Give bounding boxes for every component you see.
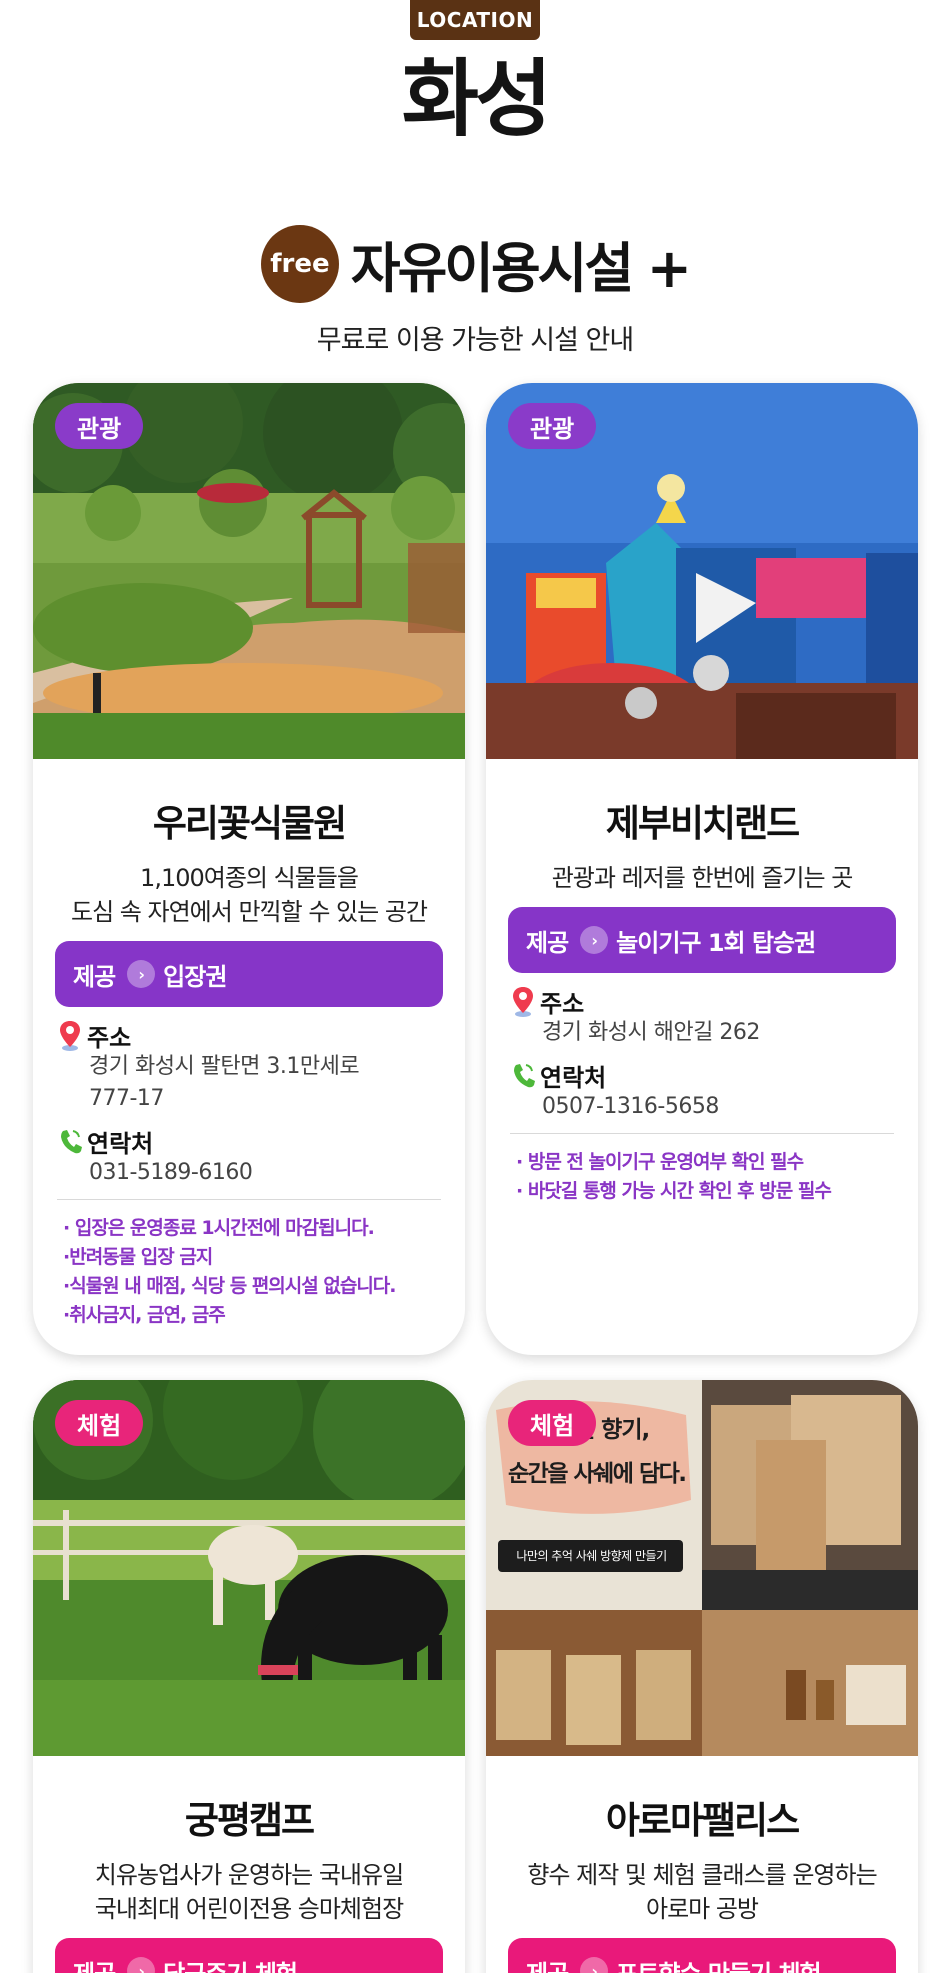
- phone-number[interactable]: 031-5189-6160: [89, 1157, 441, 1189]
- address-label: 주소: [87, 1023, 132, 1052]
- description-line: 관광과 레저를 한번에 즐기는 곳: [551, 864, 854, 892]
- collage-text-line: 순간을 사쉐에 담다.: [508, 1461, 687, 1487]
- provide-item: 당근주기 체험: [163, 1954, 298, 1973]
- facility-description: 관광과 레저를 한번에 즐기는 곳: [486, 861, 918, 895]
- description-line: 아로마 공방: [645, 1895, 759, 1923]
- facility-name: 궁평캠프: [184, 1799, 315, 1842]
- info-section: 주소 경기 화성시 해안길 262 연락처 0507-1316-5658: [510, 985, 894, 1123]
- notice-item: ·취사금지, 금연, 금주: [63, 1304, 226, 1326]
- address-block: 주소 경기 화성시 팔탄면 3.1만세로 777-17: [57, 1019, 441, 1115]
- card-body: 아로마팰리스 향수 제작 및 체험 클래스를 운영하는 아로마 공방 제공 › …: [486, 1790, 918, 1973]
- description-line: 향수 제작 및 체험 클래스를 운영하는: [527, 1861, 877, 1889]
- contact-block: 연락처 031-5189-6160: [57, 1125, 441, 1189]
- phone-icon: [61, 1130, 82, 1154]
- category-tag: 관광: [55, 403, 144, 449]
- facility-description: 치유농업사가 운영하는 국내유일 국내최대 어린이전용 승마체험장: [33, 1858, 465, 1926]
- contact-label: 연락처: [87, 1129, 154, 1158]
- notice-item: ·반려동물 입장 금지: [63, 1246, 213, 1268]
- facility-name: 제부비치랜드: [605, 802, 800, 845]
- facility-description: 향수 제작 및 체험 클래스를 운영하는 아로마 공방: [486, 1858, 918, 1926]
- provide-banner: 제공 › 포토향수 만들기 체험: [508, 1938, 896, 1973]
- chevron-right-icon: ›: [127, 960, 156, 988]
- chevron-right-icon: ›: [127, 1957, 156, 1973]
- contact-label: 연락처: [540, 1063, 607, 1092]
- facility-name: 우리꽃식물원: [152, 802, 347, 845]
- divider: [510, 1133, 894, 1134]
- map-pin-icon: [513, 987, 533, 1017]
- facility-card-aroma[interactable]: 진 향기, 순간을 사쉐에 담다. 나만의 추억 사쉐 방향제 만들기 체험 아…: [486, 1380, 918, 1973]
- address-value: 경기 화성시 해안길 262: [542, 1020, 760, 1045]
- address-block: 주소 경기 화성시 해안길 262: [510, 985, 894, 1049]
- provide-banner: 제공 › 당근주기 체험: [55, 1938, 443, 1973]
- notice-item: ·식물원 내 매점, 식당 등 편의시설 없습니다.: [63, 1275, 397, 1297]
- facility-description: 1,100여종의 식물들을 도심 속 자연에서 만끽할 수 있는 공간: [33, 861, 465, 929]
- facility-card-jebu[interactable]: 관광 제부비치랜드 관광과 레저를 한번에 즐기는 곳 제공 › 놀이기구 1회…: [486, 383, 918, 1355]
- category-tag: 체험: [508, 1400, 597, 1446]
- facility-name: 아로마팰리스: [605, 1799, 800, 1842]
- category-tag: 관광: [508, 403, 597, 449]
- chevron-right-icon: ›: [580, 926, 609, 954]
- provide-label: 제공: [73, 962, 116, 991]
- section-subtitle: 무료로 이용 가능한 시설 안내: [316, 325, 634, 356]
- card-body: 궁평캠프 치유농업사가 운영하는 국내유일 국내최대 어린이전용 승마체험장 제…: [33, 1790, 465, 1973]
- collage-caption: 나만의 추억 사쉐 방향제 만들기: [516, 1549, 667, 1563]
- map-pin-icon: [60, 1021, 80, 1051]
- provide-banner: 제공 › 입장권: [55, 941, 443, 1007]
- address-value: 경기 화성시 팔탄면 3.1만세로: [89, 1054, 360, 1079]
- notice-item: · 바닷길 통행 가능 시간 확인 후 방문 필수: [516, 1180, 832, 1202]
- facility-card-gungpyeong[interactable]: 체험 궁평캠프 치유농업사가 운영하는 국내유일 국내최대 어린이전용 승마체험…: [33, 1380, 465, 1973]
- info-section: 주소 경기 화성시 팔탄면 3.1만세로 777-17 연락처 031-5189…: [57, 1019, 441, 1189]
- phone-number[interactable]: 0507-1316-5658: [542, 1091, 894, 1123]
- divider: [57, 1199, 441, 1200]
- description-line: 1,100여종의 식물들을: [140, 864, 359, 892]
- notice-list: · 방문 전 놀이기구 운영여부 확인 필수 · 바닷길 통행 가능 시간 확인…: [516, 1148, 888, 1206]
- provide-item: 놀이기구 1회 탑승권: [616, 928, 816, 957]
- section-heading: free 자유이용시설 +: [0, 224, 950, 303]
- address-label: 주소: [540, 989, 585, 1018]
- provide-item: 입장권: [163, 962, 227, 991]
- description-line: 국내최대 어린이전용 승마체험장: [94, 1895, 404, 1923]
- category-tag: 체험: [55, 1400, 144, 1446]
- contact-block: 연락처 0507-1316-5658: [510, 1059, 894, 1123]
- phone-icon: [514, 1064, 535, 1088]
- provide-label: 제공: [526, 928, 569, 957]
- provide-item: 포토향수 만들기 체험: [616, 1954, 821, 1973]
- address-value: 777-17: [89, 1086, 164, 1111]
- notice-item: · 입장은 운영종료 1시간전에 마감됩니다.: [63, 1217, 375, 1239]
- provide-label: 제공: [73, 1954, 116, 1973]
- notice-item: · 방문 전 놀이기구 운영여부 확인 필수: [516, 1151, 804, 1173]
- description-line: 치유농업사가 운영하는 국내유일: [94, 1861, 404, 1889]
- card-body: 우리꽃식물원 1,100여종의 식물들을 도심 속 자연에서 만끽할 수 있는 …: [33, 793, 465, 1330]
- section-title: 자유이용시설 +: [350, 237, 692, 300]
- provide-banner: 제공 › 놀이기구 1회 탑승권: [508, 907, 896, 973]
- description-line: 도심 속 자연에서 만끽할 수 있는 공간: [71, 898, 428, 926]
- notice-list: · 입장은 운영종료 1시간전에 마감됩니다. ·반려동물 입장 금지 ·식물원…: [63, 1214, 435, 1330]
- location-badge: LOCATION: [410, 0, 540, 40]
- free-badge: free: [260, 224, 339, 303]
- provide-label: 제공: [526, 1954, 569, 1973]
- facility-card-woorikkot[interactable]: 관광 우리꽃식물원 1,100여종의 식물들을 도심 속 자연에서 만끽할 수 …: [33, 383, 465, 1355]
- city-title: 화성: [401, 50, 553, 148]
- card-body: 제부비치랜드 관광과 레저를 한번에 즐기는 곳 제공 › 놀이기구 1회 탑승…: [486, 793, 918, 1206]
- chevron-right-icon: ›: [580, 1957, 609, 1973]
